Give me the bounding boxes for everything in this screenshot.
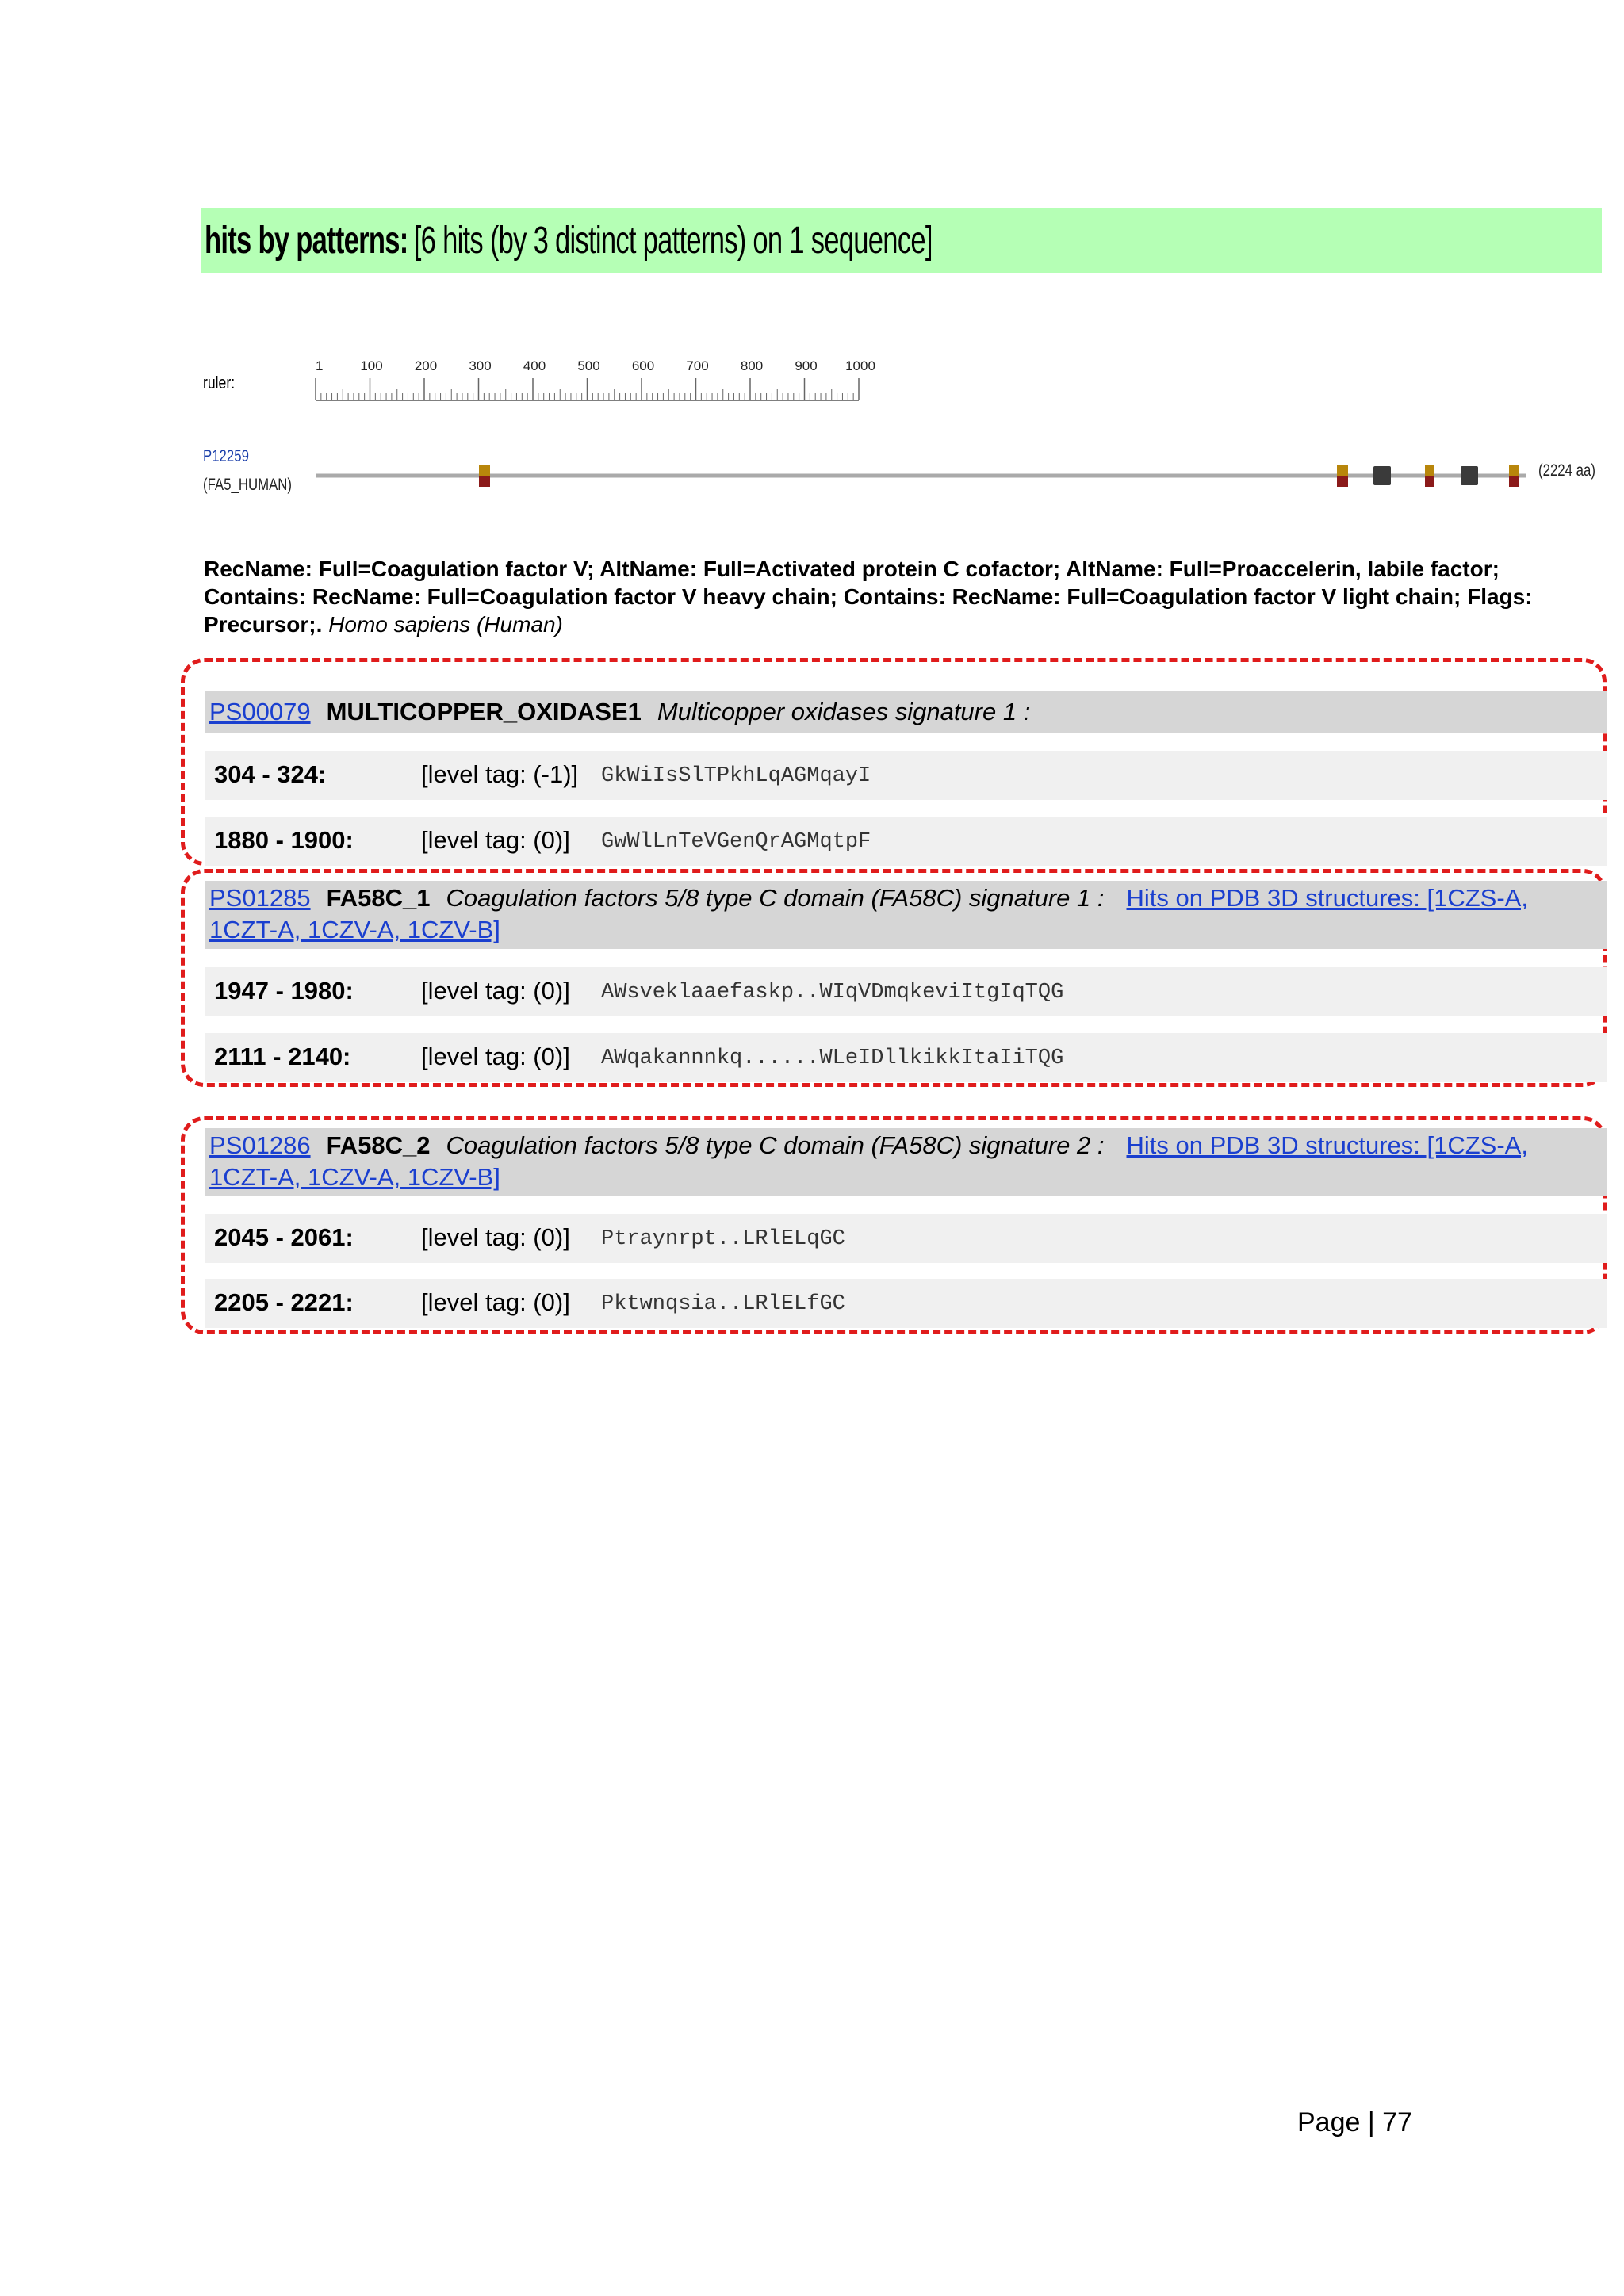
species-name: Homo sapiens (Human) [328,612,563,637]
banner-subtitle: [6 hits (by 3 distinct patterns) on 1 se… [413,219,933,262]
hit-level-tag: [level tag: (0)] [421,826,570,854]
hit-level-tag: [level tag: (0)] [421,1043,570,1070]
banner-title-bold: hits by patterns: [205,219,408,262]
hit-marker [1337,465,1348,487]
pattern-block-3: PS01286 FA58C_2 Coagulation factors 5/8 ty… [181,1116,1607,1334]
pattern-accession-link[interactable]: PS01285 [209,884,311,912]
ruler-tick-label: 1 [316,358,323,373]
hit-sequence: GkWiIsSlTPkhLqAGMqayI [601,764,871,788]
hit-level-tag: [level tag: (0)] [421,977,570,1004]
ruler-tick-label: 200 [415,358,437,373]
sequence-track [316,465,1526,487]
hit-level-tag: [level tag: (0)] [421,1288,570,1316]
ruler-tick-label: 300 [469,358,491,373]
ruler-tick-label: 500 [577,358,599,373]
pattern-block-2: PS01285 FA58C_1 Coagulation factors 5/8 ty… [181,869,1607,1087]
pattern-name: MULTICOPPER_OXIDASE1 [326,698,642,725]
ruler-tick-label: 700 [686,358,708,373]
hit-range: 1947 - 1980: [214,977,354,1004]
hit-range: 304 - 324: [214,760,327,788]
hit-level-tag: [level tag: (-1)] [421,760,579,788]
hit-range: 1880 - 1900: [214,826,354,854]
ruler-graphic: 1 100 200 300 400 500 600 700 800 900 1000 [315,358,875,401]
pattern-accession-link[interactable]: PS00079 [209,698,311,725]
pattern-description: Coagulation factors 5/8 type C domain (F… [446,1131,1105,1159]
ruler-tick-label: 100 [360,358,382,373]
pattern-header: PS00079 MULTICOPPER_OXIDASE1 Multicopper o… [205,691,1607,733]
hit-level-tag: [level tag: (0)] [421,1223,570,1251]
hit-row: 304 - 324: [level tag: (-1)] GkWiIsSlTPk… [205,751,1607,800]
hit-row: 1947 - 1980: [level tag: (0)] AWsveklaae… [205,967,1607,1016]
pattern-name: FA58C_1 [326,884,431,912]
ruler-tick-label: 400 [523,358,546,373]
ruler-tick-label: 800 [741,358,763,373]
hit-range: 2045 - 2061: [214,1223,354,1251]
hit-marker [1509,465,1519,487]
sequence-id: (FA5_HUMAN) [203,476,293,494]
pattern-name: FA58C_2 [326,1131,431,1159]
ruler-tick-label: 900 [795,358,817,373]
hit-marker [1373,466,1391,485]
hit-row: 2205 - 2221: [level tag: (0)] Pktwnqsia.… [205,1279,1607,1328]
hit-range: 2111 - 2140: [214,1043,351,1070]
hit-marker [1461,466,1478,485]
hit-row: 2111 - 2140: [level tag: (0)] AWqakannnk… [205,1033,1607,1082]
hit-sequence: AWqakannnkq......WLeIDllkikkItaIiTQG [601,1047,1064,1070]
sequence-length: (2224 aa) [1538,461,1595,480]
ruler-label: ruler: [203,373,236,392]
hit-sequence: GwWlLnTeVGenQrAGMqtpF [601,830,871,854]
hit-marker [1425,465,1434,487]
hit-sequence: AWsveklaaefaskp..WIqVDmqkeviItgIqTQG [601,981,1064,1004]
banner-title: hits by patterns: [6 hits (by 3 distinct … [205,219,933,262]
pattern-header: PS01285 FA58C_1 Coagulation factors 5/8 ty… [205,881,1607,949]
page-number: Page | 77 [1297,2107,1412,2137]
ruler-tick-label: 1000 [845,358,875,373]
hit-sequence: Ptraynrpt..LRlELqGC [601,1227,845,1251]
pattern-description: Coagulation factors 5/8 type C domain (F… [446,884,1105,912]
ruler-tick-label: 600 [632,358,654,373]
pattern-accession-link[interactable]: PS01286 [209,1131,311,1159]
hit-marker [479,465,490,487]
pattern-block-1: PS00079 MULTICOPPER_OXIDASE1 Multicopper o… [181,658,1607,866]
results-banner: hits by patterns: [6 hits (by 3 distinct … [201,208,1602,273]
sequence-description: RecName: Full=Coagulation factor V; AltN… [204,555,1607,638]
pattern-description: Multicopper oxidases signature 1 : [657,698,1031,725]
hit-range: 2205 - 2221: [214,1288,354,1316]
sequence-accession-link[interactable]: P12259 [203,447,249,466]
pattern-header: PS01286 FA58C_2 Coagulation factors 5/8 ty… [205,1128,1607,1196]
hit-sequence: Pktwnqsia..LRlELfGC [601,1292,845,1316]
hit-row: 2045 - 2061: [level tag: (0)] Ptraynrpt.… [205,1214,1607,1263]
hit-row: 1880 - 1900: [level tag: (0)] GwWlLnTeVG… [205,817,1607,866]
